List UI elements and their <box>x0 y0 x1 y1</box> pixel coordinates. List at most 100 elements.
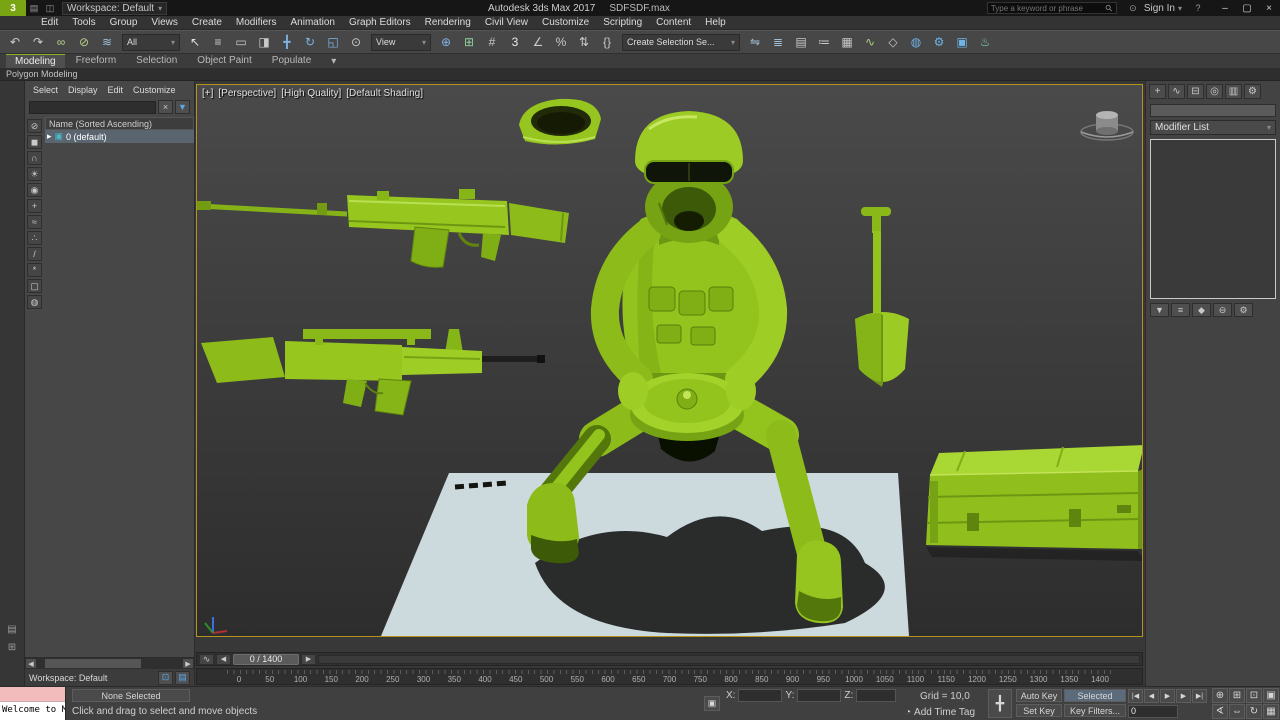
previous-frame-arrow[interactable]: ◀ <box>216 654 231 665</box>
viewport-quality-menu[interactable]: [High Quality] <box>281 88 341 99</box>
set-keys-button[interactable]: ╋ <box>988 689 1012 718</box>
bind-to-space-warp-icon[interactable]: ≋ <box>96 32 118 52</box>
select-and-scale-icon[interactable]: ◱ <box>322 32 344 52</box>
ribbon-overflow-icon[interactable]: ▾ <box>322 55 345 68</box>
modify-tab-icon[interactable]: ∿ <box>1168 84 1185 99</box>
key-set-dropdown[interactable]: Selected <box>1064 689 1126 702</box>
explorer-menu-item[interactable]: Edit <box>104 83 128 97</box>
menu-item[interactable]: Scripting <box>596 16 649 30</box>
scrollbar-track[interactable] <box>37 658 182 669</box>
lock-toggle-icon[interactable]: ⊞ <box>1 638 23 656</box>
go-to-end-button[interactable]: ▶| <box>1192 689 1207 703</box>
window-crossing-icon[interactable]: ◨ <box>253 32 275 52</box>
zoom-extents-all-icon[interactable]: ▣ <box>1263 688 1279 703</box>
mini-curve-editor-icon[interactable]: ∿ <box>199 654 214 665</box>
ribbon-tab[interactable]: Freeform <box>67 54 126 68</box>
isolate-selection-icon[interactable]: ⊡ <box>158 671 173 685</box>
keyboard-override-icon[interactable]: # <box>481 32 503 52</box>
make-unique-icon[interactable]: ◆ <box>1192 303 1211 317</box>
display-lights-icon[interactable]: ☀ <box>27 167 42 181</box>
rendered-frame-icon[interactable]: ▣ <box>951 32 973 52</box>
current-frame-field[interactable]: 0 <box>1128 705 1178 718</box>
ribbon-panel-polygon-modeling[interactable]: Polygon Modeling <box>0 68 1280 81</box>
layer-row-default[interactable]: ▸ ▣ 0 (default) <box>45 130 194 143</box>
menu-icon[interactable]: ▤ <box>26 1 42 15</box>
viewport-pov-menu[interactable]: [Perspective] <box>218 88 276 99</box>
viewport-shading-menu[interactable]: [Default Shading] <box>346 88 423 99</box>
menu-item[interactable]: Tools <box>65 16 102 30</box>
configure-modifier-sets-icon[interactable]: ⚙ <box>1234 303 1253 317</box>
track-bar[interactable]: 0501001502002503003504004505005506006507… <box>196 668 1143 685</box>
select-by-name-icon[interactable]: ≡ <box>207 32 229 52</box>
panel-toggle-icon[interactable]: ▤ <box>1 620 23 638</box>
remove-modifier-icon[interactable]: ⊖ <box>1213 303 1232 317</box>
minimize-button[interactable]: – <box>1214 0 1236 16</box>
land-mine[interactable] <box>630 373 744 441</box>
maximize-viewport-icon[interactable]: ▦ <box>1263 704 1279 719</box>
listener-line[interactable]: Welcome to M <box>0 702 65 720</box>
ribbon-tab[interactable]: Selection <box>127 54 186 68</box>
redo-icon[interactable]: ↷ <box>27 32 49 52</box>
expand-arrow-icon[interactable]: ▸ <box>47 131 52 142</box>
z-coordinate-field[interactable] <box>856 689 896 702</box>
hierarchy-tab-icon[interactable]: ⊟ <box>1187 84 1204 99</box>
workspace-footer-label[interactable]: Workspace: Default <box>29 673 155 683</box>
display-none-icon[interactable]: ⊘ <box>27 119 42 133</box>
select-and-rotate-icon[interactable]: ↻ <box>299 32 321 52</box>
clear-search-icon[interactable]: × <box>158 100 173 114</box>
menu-item[interactable]: Customize <box>535 16 596 30</box>
viewport-general-menu[interactable]: [+] <box>202 88 213 99</box>
next-frame-button[interactable]: ▶ <box>1176 689 1191 703</box>
close-button[interactable]: × <box>1258 0 1280 16</box>
menu-item[interactable]: Animation <box>283 16 341 30</box>
search-box[interactable]: ⚲ <box>987 2 1117 14</box>
render-setup-icon[interactable]: ⚙ <box>928 32 950 52</box>
add-time-tag[interactable]: ◔ Add Time Tag <box>905 707 975 718</box>
selection-lock-icon[interactable]: ▣ <box>704 696 720 711</box>
search-input[interactable] <box>991 4 1103 13</box>
scroll-right-icon[interactable]: ▶ <box>182 658 194 669</box>
filter-icon[interactable]: ▼ <box>175 100 190 114</box>
spinner-snap-icon[interactable]: ⇅ <box>573 32 595 52</box>
edit-named-selection-sets-icon[interactable]: {} <box>596 32 618 52</box>
reference-coordinate-dropdown[interactable]: View▾ <box>371 34 431 51</box>
toggle-ribbon-icon[interactable]: ▦ <box>836 32 858 52</box>
snaps-toggle-icon[interactable]: 3 <box>504 32 526 52</box>
explorer-menu-item[interactable]: Select <box>29 83 62 97</box>
time-slider[interactable]: ∿ ◀ 0 / 1400 ▶ <box>196 652 1143 666</box>
rectangular-selection-icon[interactable]: ▭ <box>230 32 252 52</box>
app-logo[interactable]: 3 <box>0 0 26 16</box>
select-object-icon[interactable]: ↖ <box>184 32 206 52</box>
select-and-move-icon[interactable]: ╋ <box>276 32 298 52</box>
toggle-scene-explorer-icon[interactable]: ▤ <box>790 32 812 52</box>
display-geometry-icon[interactable]: ◼ <box>27 135 42 149</box>
ribbon-tab[interactable]: Modeling <box>6 54 65 68</box>
menu-item[interactable]: Graph Editors <box>342 16 418 30</box>
user-icon[interactable]: ⊙ <box>1125 1 1141 15</box>
show-end-result-icon[interactable]: ≡ <box>1171 303 1190 317</box>
scroll-left-icon[interactable]: ◀ <box>25 658 37 669</box>
time-slider-handle[interactable]: 0 / 1400 <box>233 654 299 665</box>
auto-key-button[interactable]: Auto Key <box>1016 689 1062 702</box>
y-coordinate-field[interactable] <box>797 689 841 702</box>
scrollbar-thumb[interactable] <box>45 659 141 668</box>
next-frame-arrow[interactable]: ▶ <box>301 654 316 665</box>
explorer-menu-item[interactable]: Customize <box>129 83 180 97</box>
utilities-tab-icon[interactable]: ⚙ <box>1244 84 1261 99</box>
zoom-icon[interactable]: ⊕ <box>1212 688 1228 703</box>
ribbon-tab[interactable]: Object Paint <box>188 54 260 68</box>
save-file-icon[interactable]: ◫ <box>42 1 58 15</box>
zoom-all-icon[interactable]: ⊞ <box>1229 688 1245 703</box>
zoom-extents-icon[interactable]: ⊡ <box>1246 688 1262 703</box>
go-to-start-button[interactable]: |◀ <box>1128 689 1143 703</box>
sign-in-button[interactable]: Sign In <box>1141 3 1178 14</box>
viewport-canvas[interactable] <box>197 85 1142 636</box>
object-name-field[interactable] <box>1150 104 1276 117</box>
menu-item[interactable]: Modifiers <box>229 16 284 30</box>
select-and-manipulate-icon[interactable]: ⊞ <box>458 32 480 52</box>
pin-stack-icon[interactable]: ▼ <box>1150 303 1169 317</box>
motion-tab-icon[interactable]: ◎ <box>1206 84 1223 99</box>
display-tab-icon[interactable]: ▥ <box>1225 84 1242 99</box>
material-editor-icon[interactable]: ◍ <box>905 32 927 52</box>
display-helpers-icon[interactable]: + <box>27 199 42 213</box>
